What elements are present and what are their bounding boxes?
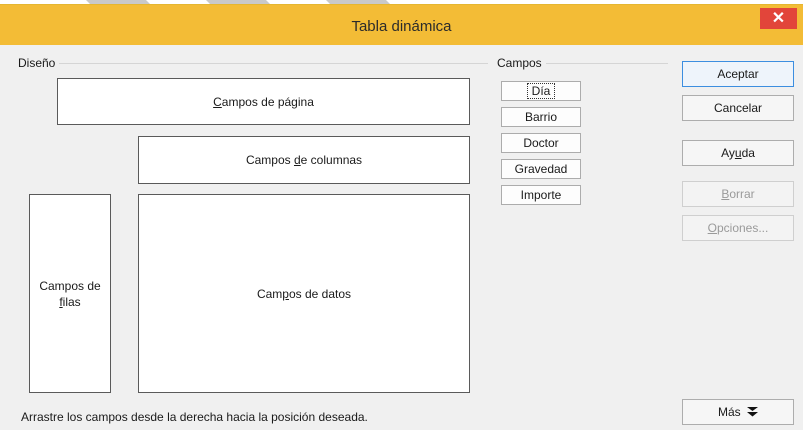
pivot-table-dialog: Tabla dinámica ✕ Diseño Campos de página… — [0, 4, 803, 430]
field-dia[interactable]: Día — [501, 81, 581, 101]
fields-group-line — [538, 63, 668, 64]
fields-group-label: Campos — [497, 56, 546, 70]
delete-button[interactable]: Borrar — [682, 181, 794, 207]
field-importe[interactable]: Importe — [501, 185, 581, 205]
data-fields-zone[interactable]: Campos de datos — [138, 194, 470, 393]
accept-button[interactable]: Aceptar — [682, 61, 794, 87]
field-gravedad[interactable]: Gravedad — [501, 159, 581, 179]
page-fields-zone[interactable]: Campos de página — [57, 78, 470, 125]
field-doctor[interactable]: Doctor — [501, 133, 581, 153]
more-button[interactable]: Más — [682, 399, 794, 425]
page-fields-label: Campos de página — [213, 94, 314, 109]
drag-hint-text: Arrastre los campos desde la derecha hac… — [21, 410, 368, 424]
column-fields-zone[interactable]: Campos de columnas — [138, 136, 470, 184]
data-fields-label: Campos de datos — [256, 286, 352, 301]
window-title: Tabla dinámica — [351, 18, 452, 35]
layout-group-line — [58, 63, 488, 64]
row-fields-label: Campos de filas — [39, 278, 101, 309]
cancel-button[interactable]: Cancelar — [682, 95, 794, 121]
close-icon: ✕ — [771, 10, 786, 27]
column-fields-label: Campos de columnas — [245, 153, 363, 167]
dialog-body: Diseño Campos de página Campos de column… — [8, 45, 800, 429]
help-button[interactable]: Ayuda — [682, 140, 794, 166]
double-chevron-down-icon — [747, 407, 758, 417]
close-button[interactable]: ✕ — [760, 8, 797, 29]
title-bar[interactable]: Tabla dinámica ✕ — [0, 5, 803, 45]
options-button[interactable]: Opciones... — [682, 215, 794, 241]
layout-group-label: Diseño — [18, 56, 60, 70]
more-label: Más — [717, 405, 741, 419]
row-fields-zone[interactable]: Campos de filas — [29, 194, 111, 393]
field-barrio[interactable]: Barrio — [501, 107, 581, 127]
